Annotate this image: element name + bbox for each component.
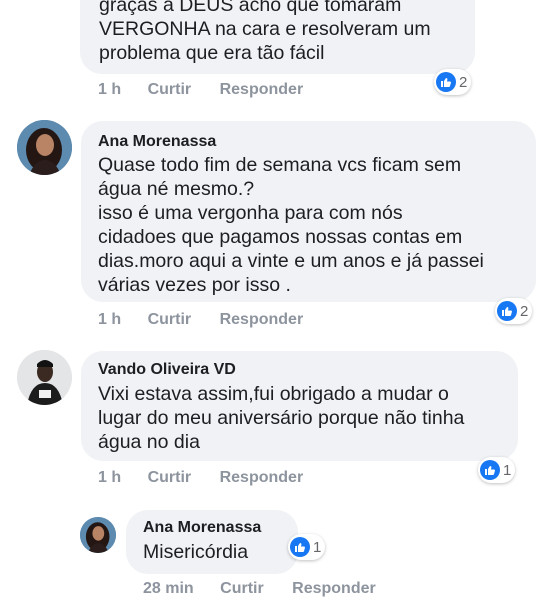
like-icon bbox=[480, 460, 500, 480]
reaction-count: 2 bbox=[459, 73, 468, 91]
reply-link[interactable]: Responder bbox=[292, 580, 376, 598]
like-link[interactable]: Curtir bbox=[220, 580, 264, 598]
comment-actions: 28 min Curtir Responder bbox=[143, 580, 376, 598]
comment-text-line: água né mesmo.? bbox=[98, 178, 255, 200]
like-link[interactable]: Curtir bbox=[148, 81, 192, 99]
comment-text-line: água no dia bbox=[98, 431, 200, 453]
reaction-count: 1 bbox=[313, 538, 322, 556]
comment-text-line: Misericórdia bbox=[143, 541, 249, 563]
comment-text-line: várias vezes por isso . bbox=[98, 274, 291, 296]
avatar[interactable] bbox=[17, 350, 72, 405]
like-icon bbox=[290, 537, 310, 557]
avatar[interactable] bbox=[80, 517, 116, 553]
comment-text-line: lugar do meu aniversário porque não tinh… bbox=[98, 407, 465, 429]
reaction-badge[interactable]: 1 bbox=[288, 534, 326, 560]
comment-text-line: isso é uma vergonha para com nós bbox=[98, 202, 403, 224]
comment-text-line: VERGONHA na cara e resolveram um bbox=[99, 18, 431, 40]
comment-actions: 1 h Curtir Responder bbox=[98, 469, 303, 487]
like-icon bbox=[497, 301, 517, 321]
comment-author[interactable]: Ana Morenassa bbox=[98, 133, 216, 151]
reply-link[interactable]: Responder bbox=[220, 311, 304, 329]
reaction-badge[interactable]: 2 bbox=[434, 69, 472, 95]
like-icon bbox=[436, 72, 456, 92]
comment-time[interactable]: 1 h bbox=[98, 311, 121, 329]
reply-link[interactable]: Responder bbox=[220, 469, 304, 487]
like-link[interactable]: Curtir bbox=[148, 311, 192, 329]
like-link[interactable]: Curtir bbox=[148, 469, 192, 487]
reaction-count: 2 bbox=[520, 302, 529, 320]
reply-link[interactable]: Responder bbox=[220, 81, 304, 99]
comment-text-line: Vixi estava assim,fui obrigado a mudar o bbox=[98, 383, 449, 405]
reaction-count: 1 bbox=[503, 461, 512, 479]
comment-time[interactable]: 1 h bbox=[98, 81, 121, 99]
reaction-badge[interactable]: 1 bbox=[478, 457, 516, 483]
comment-author[interactable]: Vando Oliveira VD bbox=[98, 361, 236, 379]
reaction-badge[interactable]: 2 bbox=[495, 298, 533, 324]
comment-text-line: cidadoes que pagamos nossas contas em bbox=[98, 226, 463, 248]
comment-time[interactable]: 1 h bbox=[98, 469, 121, 487]
comment-actions: 1 h Curtir Responder bbox=[98, 311, 303, 329]
comment-time[interactable]: 28 min bbox=[143, 580, 194, 598]
comment-text-line: graças a DEUS acho que tomaram bbox=[99, 0, 402, 16]
comment-author[interactable]: Ana Morenassa bbox=[143, 519, 261, 537]
comment-text-line: dias.moro aqui a vinte e um anos e já pa… bbox=[98, 250, 484, 272]
comment-text-line: problema que era tão fácil bbox=[99, 42, 325, 64]
comment-text-line: Quase todo fim de semana vcs ficam sem bbox=[98, 154, 462, 176]
avatar[interactable] bbox=[17, 120, 72, 175]
comment-actions: 1 h Curtir Responder bbox=[98, 81, 303, 99]
